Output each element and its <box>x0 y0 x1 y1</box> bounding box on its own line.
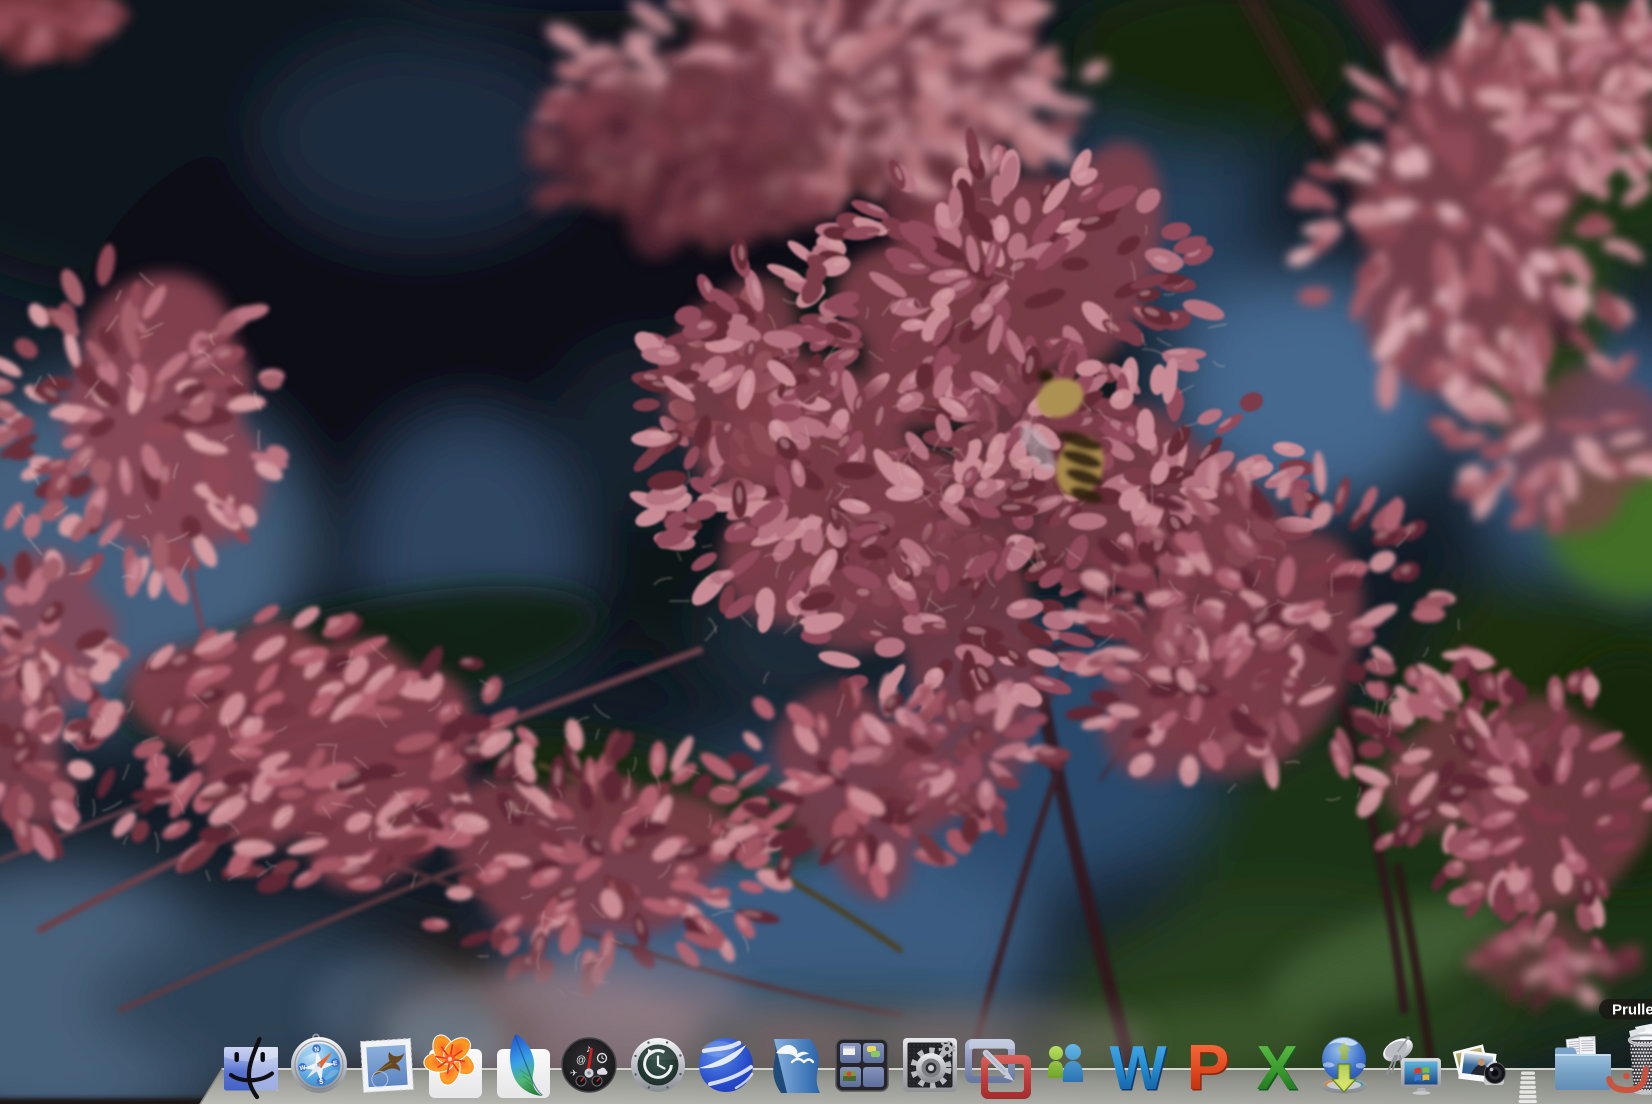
svg-text:Prullenb: Prullenb <box>1612 1002 1652 1019</box>
